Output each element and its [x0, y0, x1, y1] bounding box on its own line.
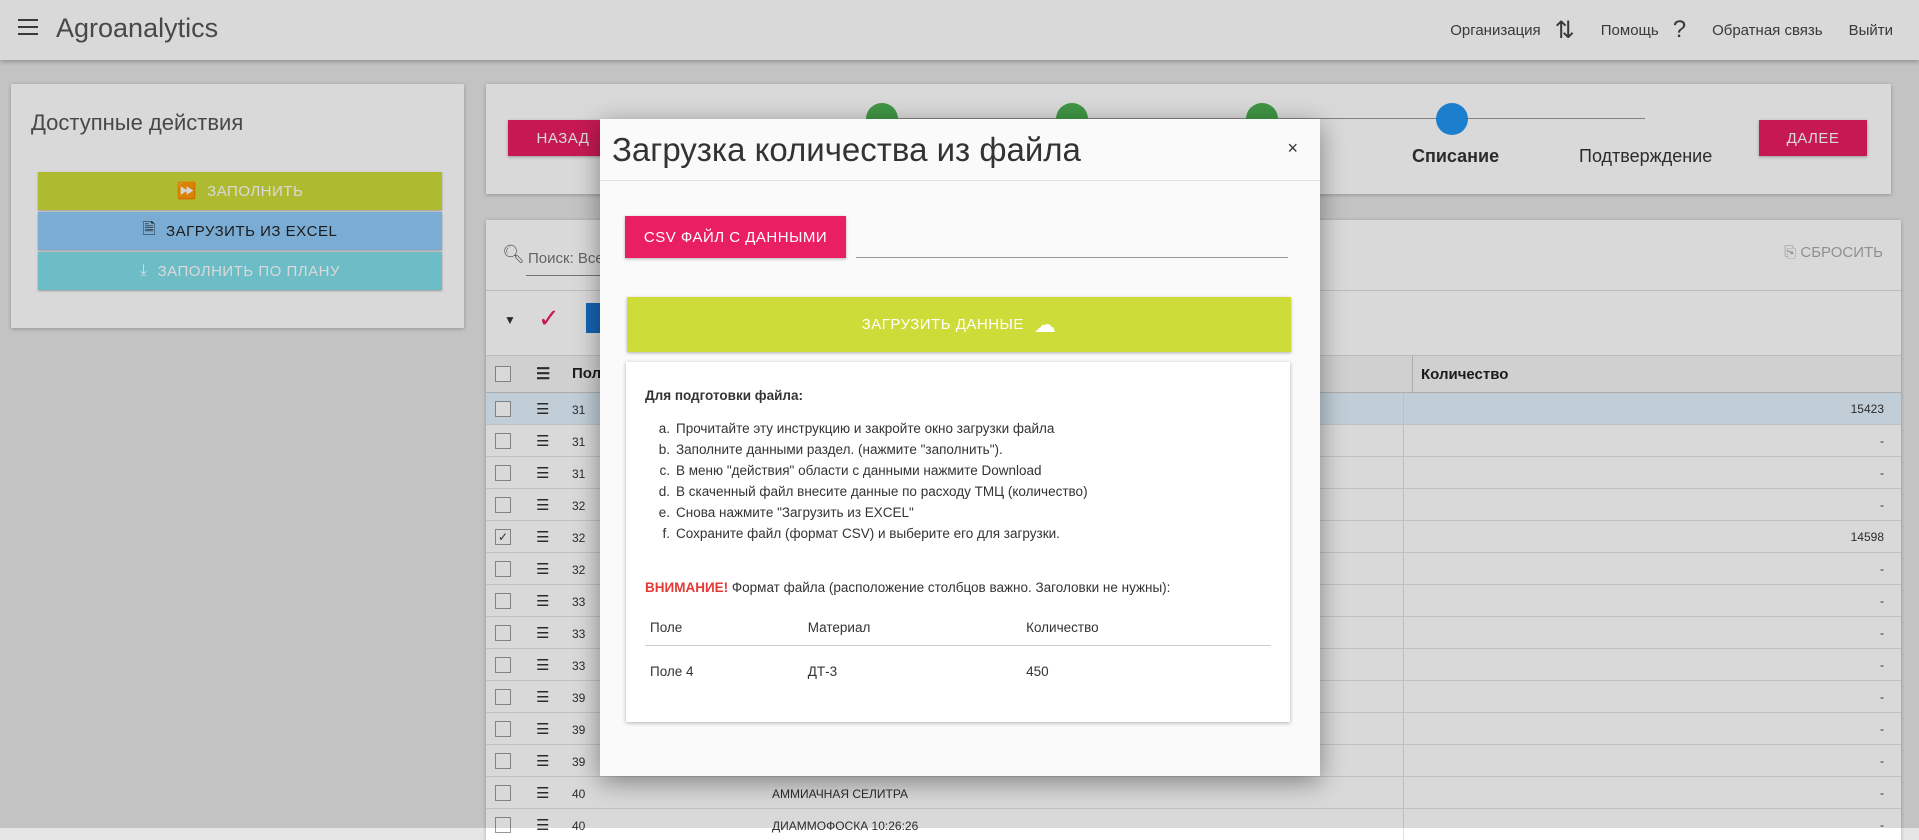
cloud-upload-icon: ☁	[1033, 311, 1057, 337]
instruction-step: d. В скаченный файл внесите данные по рас…	[658, 484, 1088, 499]
instructions-panel: Для подготовки файла: a. Прочитайте эту и…	[626, 362, 1290, 722]
warning-text: ВНИМАНИЕ! Формат файла (расположение сто…	[645, 580, 1170, 595]
upload-data-button[interactable]: ЗАГРУЗИТЬ ДАННЫЕ ☁	[627, 297, 1291, 352]
warning-body: Формат файла (расположение столбцов важн…	[728, 580, 1171, 595]
file-name-field[interactable]	[856, 257, 1288, 258]
upload-data-label: ЗАГРУЗИТЬ ДАННЫЕ	[861, 316, 1024, 333]
modal-divider	[600, 180, 1320, 181]
instructions-list: a. Прочитайте эту инструкцию и закройте о…	[652, 418, 1088, 544]
example-header-quantity: Количество	[1021, 610, 1271, 646]
example-material: ДТ-3	[807, 663, 838, 679]
instruction-step: c. В меню "действия" области с данными на…	[659, 463, 1042, 478]
example-table: Поле Материал Количество Поле 4 ДТ-3 450	[645, 610, 1271, 697]
instruction-step: a. Прочитайте эту инструкцию и закройте о…	[658, 421, 1055, 436]
upload-modal: Загрузка количества из файла × CSV ФАЙЛ …	[600, 119, 1320, 776]
example-header-material: Материал	[802, 610, 1022, 646]
instruction-step: e. Снова нажмите "Загрузить из EXCEL"	[658, 505, 914, 520]
modal-title: Загрузка количества из файла	[612, 131, 1081, 168]
csv-file-button[interactable]: CSV ФАЙЛ С ДАННЫМИ	[625, 216, 846, 258]
close-icon[interactable]: ×	[1287, 138, 1298, 159]
example-quantity: 450	[1026, 663, 1049, 679]
example-header-field: Поле	[645, 610, 803, 646]
example-field: Поле 4	[650, 663, 694, 679]
instruction-step: b. Заполните данными раздел. (нажмите "за…	[658, 442, 1003, 457]
warning-label: ВНИМАНИЕ!	[645, 580, 729, 595]
instructions-heading: Для подготовки файла:	[645, 388, 803, 403]
instruction-step: f. Сохраните файл (формат CSV) и выберите…	[662, 526, 1060, 541]
